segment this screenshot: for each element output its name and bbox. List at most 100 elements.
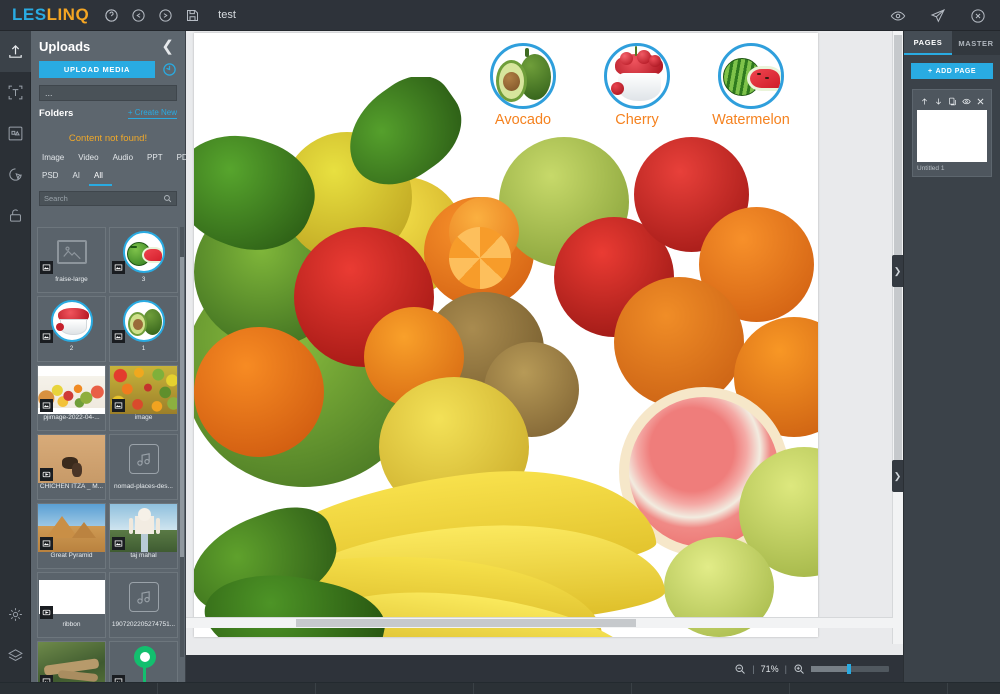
list-item-label: fraise-large	[55, 276, 88, 283]
pages-panel: PAGES MASTER + ADD PAGE Untitled 1	[903, 31, 1000, 682]
tab-psd[interactable]: PSD	[37, 168, 67, 186]
canvas-scroll-zone[interactable]: Avocado Cherry Watermelon	[186, 31, 903, 655]
redo-icon[interactable]	[157, 7, 173, 23]
media-type-badge-image	[112, 330, 125, 343]
list-item[interactable]: CHICHEN ITZA _ M...	[37, 434, 106, 500]
visibility-eye-icon[interactable]	[961, 97, 971, 106]
list-item[interactable]: nomad-places-des...	[109, 434, 178, 500]
list-item[interactable]: image	[109, 365, 178, 431]
page-thumbnail-card[interactable]: Untitled 1	[912, 89, 992, 177]
folder-path-field[interactable]: ...	[39, 85, 177, 101]
tab-ppt[interactable]: PPT	[142, 150, 172, 168]
canvas-horizontal-scrollbar[interactable]	[186, 617, 893, 628]
canvas-badge-watermelon[interactable]: Watermelon	[712, 43, 790, 128]
media-type-badge-image	[40, 330, 53, 343]
list-item-label: nomad-places-des...	[114, 483, 173, 490]
delete-x-icon[interactable]	[976, 97, 985, 106]
page-thumbnail-preview[interactable]	[917, 110, 987, 162]
search-box[interactable]	[39, 191, 177, 206]
media-library-grid[interactable]: fraise-large 3 2 1 pjimage-2022-04-... i…	[31, 223, 186, 682]
tab-image[interactable]: Image	[37, 150, 73, 168]
sidebar-item-lock[interactable]	[0, 195, 31, 236]
refresh-icon[interactable]	[162, 62, 177, 77]
search-icon[interactable]	[163, 194, 172, 203]
tab-all[interactable]: All	[89, 168, 112, 186]
canvas-fruit-photo[interactable]	[194, 77, 818, 637]
media-type-badge-image	[112, 675, 125, 682]
duplicate-icon[interactable]	[948, 97, 957, 106]
move-up-icon[interactable]	[920, 97, 929, 106]
list-item-label: 1907202205274751...	[111, 621, 176, 628]
media-type-badge-image	[112, 399, 125, 412]
search-input[interactable]	[44, 194, 163, 203]
help-icon[interactable]	[103, 7, 119, 23]
zoom-slider[interactable]	[811, 663, 889, 674]
media-thumbnail	[38, 228, 105, 276]
add-page-button[interactable]: + ADD PAGE	[911, 63, 993, 79]
list-item-label: 2	[69, 345, 74, 352]
canvas-page[interactable]: Avocado Cherry Watermelon	[194, 33, 818, 637]
create-new-folder-button[interactable]: + Create New	[127, 108, 177, 119]
watermelon-image	[718, 43, 784, 109]
tab-ai[interactable]: AI	[67, 168, 89, 186]
zoom-toolbar: | 71% |	[186, 655, 903, 682]
preview-eye-icon[interactable]	[890, 8, 906, 24]
zoom-in-icon[interactable]	[793, 663, 805, 675]
tab-pages[interactable]: PAGES	[904, 31, 952, 55]
collapse-handle-top[interactable]: ❯	[892, 255, 903, 287]
tab-audio[interactable]: Audio	[108, 150, 142, 168]
empty-state-message: Content not found!	[68, 133, 148, 144]
list-item[interactable]: taj mahal	[109, 503, 178, 569]
upload-media-button[interactable]: UPLOAD MEDIA	[39, 61, 155, 78]
tab-video[interactable]: Video	[73, 150, 107, 168]
media-type-badge-image	[40, 399, 53, 412]
uploads-panel: Uploads ❮ UPLOAD MEDIA ... Folders + Cre…	[31, 31, 193, 682]
chevron-left-icon[interactable]: ❮	[158, 39, 177, 54]
list-item[interactable]: ribbon	[37, 572, 106, 638]
list-item[interactable]: 3	[109, 227, 178, 293]
undo-icon[interactable]	[130, 7, 146, 23]
sidebar-item-settings[interactable]	[0, 594, 31, 635]
list-item[interactable]: map pin	[109, 641, 178, 682]
tab-master[interactable]: MASTER	[952, 31, 1000, 55]
move-down-icon[interactable]	[934, 97, 943, 106]
collapse-handle-bottom[interactable]: ❯	[892, 460, 903, 492]
list-item[interactable]: fraise-large	[37, 227, 106, 293]
sidebar-item-elements[interactable]	[0, 113, 31, 154]
list-item[interactable]: great wall	[37, 641, 106, 682]
media-thumbnail	[38, 573, 105, 621]
list-item[interactable]: 1	[109, 296, 178, 362]
logo-text-linq: LINQ	[46, 5, 90, 24]
sidebar-item-layers[interactable]	[0, 635, 31, 676]
plus-icon: +	[927, 67, 933, 75]
broken-image-icon	[56, 240, 87, 264]
list-item-label: ribbon	[62, 621, 81, 628]
canvas-badge-cherry[interactable]: Cherry	[598, 43, 676, 128]
media-thumbnail	[110, 642, 177, 682]
media-thumbnail	[38, 297, 105, 345]
upload-actions-row: UPLOAD MEDIA	[31, 61, 185, 78]
canvas-badge-avocado[interactable]: Avocado	[484, 43, 562, 128]
save-icon[interactable]	[184, 7, 200, 23]
canvas-fruit-badges: Avocado Cherry Watermelon	[484, 43, 790, 128]
list-item[interactable]: 2	[37, 296, 106, 362]
publish-send-icon[interactable]	[930, 8, 946, 24]
cherry-image	[604, 43, 670, 109]
top-toolbar: LESLINQ test	[0, 0, 1000, 31]
sidebar-item-text[interactable]	[0, 72, 31, 113]
close-icon[interactable]	[970, 8, 986, 24]
sidebar-item-interactions[interactable]	[0, 154, 31, 195]
zoom-out-icon[interactable]	[734, 663, 746, 675]
list-item-label: 1	[141, 345, 146, 352]
uploads-scrollbar[interactable]	[180, 227, 184, 657]
list-item[interactable]: pjimage-2022-04-...	[37, 365, 106, 431]
list-item[interactable]: Great Pyramid	[37, 503, 106, 569]
list-item[interactable]: 1907202205274751...	[109, 572, 178, 638]
canvas-vertical-scrollbar[interactable]	[892, 31, 903, 644]
media-thumbnail	[110, 435, 177, 483]
zoom-slider-knob[interactable]	[847, 663, 851, 674]
sidebar-item-uploads[interactable]	[0, 31, 31, 72]
document-title[interactable]: test	[218, 9, 236, 21]
audio-note-icon	[128, 444, 159, 474]
media-type-badge-image	[40, 261, 53, 274]
